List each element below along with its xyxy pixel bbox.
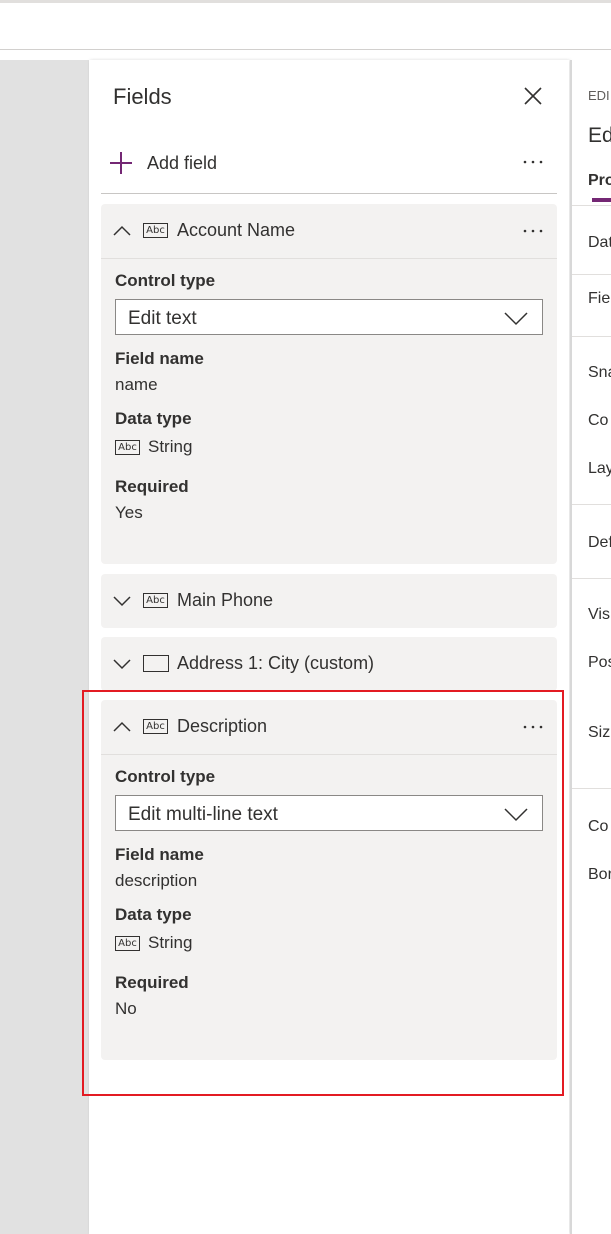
required-value: No <box>115 999 137 1018</box>
field-name-label: Field name <box>115 349 204 368</box>
control-type-label: Control type <box>115 271 216 290</box>
divider <box>572 504 611 505</box>
abc-text-icon: Abc <box>115 439 140 455</box>
chevron-down-icon <box>504 312 528 326</box>
data-type-label: Data type <box>115 409 192 428</box>
property-row-visible[interactable]: Vis <box>588 606 610 624</box>
field-card-header[interactable]: Abc Description <box>101 700 557 754</box>
field-name-value: description <box>115 871 198 890</box>
property-row-snap[interactable]: Sna <box>588 364 611 382</box>
more-icon <box>523 229 543 233</box>
field-card-title: Address 1: City (custom) <box>177 653 375 673</box>
close-button[interactable] <box>521 84 545 108</box>
chevron-up-icon <box>113 225 131 236</box>
chevron-down-icon <box>113 596 131 607</box>
more-icon <box>523 160 543 164</box>
control-type-value: Edit text <box>128 308 197 329</box>
add-field-button[interactable]: Add field <box>107 148 217 178</box>
panel-title: Fields <box>113 84 172 109</box>
properties-pane: EDI Ed Pro Dat Fie Sna Co Lay Def Vis Po… <box>570 60 611 1234</box>
data-type-value: String <box>148 933 193 952</box>
chevron-up-icon <box>113 721 131 732</box>
add-field-label: Add field <box>147 152 218 173</box>
abc-text-icon: Abc <box>143 223 168 239</box>
properties-header-small: EDI <box>588 88 610 103</box>
abc-text-icon: Abc <box>143 593 168 609</box>
control-type-value: Edit multi-line text <box>128 804 278 825</box>
required-label: Required <box>115 477 189 496</box>
property-row-position[interactable]: Pos <box>588 654 611 672</box>
field-name-label: Field name <box>115 845 204 864</box>
data-type-value: String <box>148 437 193 456</box>
field-card-body: Control type Edit multi-line text Field … <box>101 755 557 1019</box>
tab-properties[interactable]: Pro <box>588 172 611 190</box>
tab-indicator <box>592 198 611 202</box>
field-card-main-phone: Abc Main Phone <box>101 574 557 628</box>
control-type-label: Control type <box>115 767 216 786</box>
field-card-title: Account Name <box>177 220 296 240</box>
canvas-background <box>0 60 89 1234</box>
close-icon <box>524 87 542 105</box>
control-type-dropdown[interactable]: Edit text <box>115 299 543 335</box>
abc-text-icon: Abc <box>143 719 168 735</box>
fields-panel: Fields Add field Abc Account Name Contro… <box>89 60 569 1234</box>
field-name-value: name <box>115 375 158 394</box>
divider <box>572 788 611 789</box>
divider <box>572 274 611 275</box>
property-row-default-mode[interactable]: Def <box>588 534 611 552</box>
chevron-down-icon <box>113 659 131 670</box>
field-card-account-name: Abc Account Name Control type Edit text … <box>101 204 557 564</box>
property-row-columns[interactable]: Co <box>588 412 608 430</box>
control-type-dropdown[interactable]: Edit multi-line text <box>115 795 543 831</box>
plus-icon <box>110 152 132 174</box>
field-card-title: Main Phone <box>177 590 274 610</box>
divider <box>572 336 611 337</box>
chevron-down-icon <box>504 808 528 822</box>
field-card-header[interactable]: Abc Account Name <box>101 204 557 258</box>
field-more-button[interactable] <box>521 717 545 737</box>
divider <box>572 205 611 206</box>
field-card-header[interactable]: Address 1: City (custom) <box>101 637 557 691</box>
property-row-layout[interactable]: Lay <box>588 460 611 478</box>
field-card-title: Description <box>177 716 268 736</box>
required-label: Required <box>115 973 189 992</box>
divider <box>101 193 557 194</box>
field-card-address-city: Address 1: City (custom) <box>101 637 557 691</box>
panel-more-button[interactable] <box>521 152 545 172</box>
property-row-fields[interactable]: Fie <box>588 290 610 308</box>
field-card-body: Control type Edit text Field name name D… <box>101 259 557 523</box>
property-row-border[interactable]: Bor <box>588 866 611 884</box>
data-type-row: Abc String <box>115 437 543 457</box>
property-row-size[interactable]: Siz <box>588 724 610 742</box>
property-row-data-source[interactable]: Dat <box>588 234 611 252</box>
property-row-color[interactable]: Co <box>588 818 608 836</box>
field-card-header[interactable]: Abc Main Phone <box>101 574 557 628</box>
box-icon <box>143 655 169 672</box>
abc-text-icon: Abc <box>115 935 140 951</box>
field-more-button[interactable] <box>521 221 545 241</box>
required-value: Yes <box>115 503 143 522</box>
data-type-row: Abc String <box>115 933 543 953</box>
top-command-bar <box>0 0 611 50</box>
data-type-label: Data type <box>115 905 192 924</box>
field-card-description: Abc Description Control type Edit multi-… <box>101 700 557 1060</box>
more-icon <box>523 725 543 729</box>
properties-header: Ed <box>588 124 611 147</box>
divider <box>572 578 611 579</box>
